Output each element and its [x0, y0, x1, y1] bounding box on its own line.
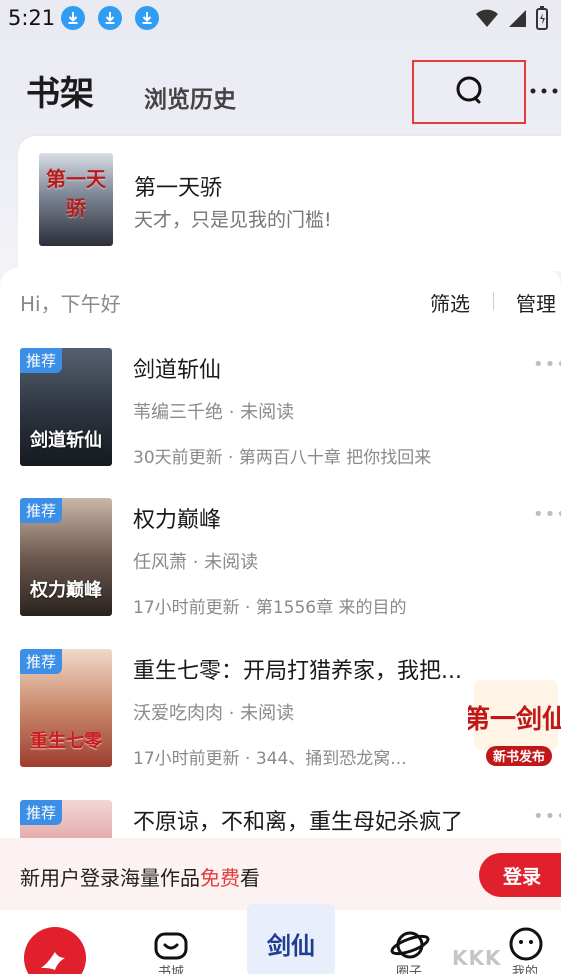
book-update-info: 17小时前更新 · 第1556章 来的目的 [133, 598, 407, 618]
nav-label: 书城 [157, 965, 184, 974]
login-button[interactable]: 登录 [479, 853, 561, 897]
cover-title: 重生七零 [30, 731, 102, 752]
nav-item-promo[interactable]: 剑仙 [240, 904, 340, 974]
recommend-badge: 推荐 [20, 800, 63, 825]
wifi-icon [475, 8, 499, 32]
book-more-icon[interactable]: ••• [533, 504, 561, 525]
recent-book-subtitle: 天才，只是见我的门槛! [134, 209, 332, 231]
status-bar: 5:21 [0, 0, 561, 40]
download-icon [135, 6, 159, 30]
book-list-item[interactable]: 推荐 不原谅，不和离，重生母妃杀疯了 ••• [0, 800, 561, 840]
promo-tag: 新书发布 [493, 749, 545, 765]
nav-item-circle[interactable]: 圈子 [364, 910, 454, 974]
recent-read-card[interactable]: 第一天骄 第一天骄 天才，只是见我的门槛! [18, 136, 561, 271]
nav-item-bookstore[interactable]: 书城 [126, 910, 216, 974]
status-time: 5:21 [8, 6, 56, 30]
floating-promo[interactable]: 第一剑仙 新书发布 [464, 676, 561, 768]
book-cover: 推荐 权力巅峰 [20, 498, 112, 616]
profile-icon [508, 926, 544, 966]
recommend-badge: 推荐 [20, 649, 63, 674]
book-cover: 推荐 [20, 800, 112, 840]
book-title: 重生七零：开局打猎养家，我把... [133, 659, 462, 684]
tab-browse-history[interactable]: 浏览历史 [144, 80, 236, 114]
book-title: 剑道斩仙 [133, 358, 222, 383]
more-options-button[interactable] [527, 74, 561, 104]
promo-banner-icon: 剑仙 [243, 896, 339, 974]
cover-title: 权力巅峰 [30, 580, 102, 601]
search-button[interactable] [412, 60, 526, 124]
book-cover: 第一天骄 [39, 153, 113, 246]
cover-title: 剑道斩仙 [30, 430, 102, 451]
book-author-status: 任风萧 · 未阅读 [133, 552, 259, 573]
manage-button[interactable]: 管理 [516, 288, 556, 317]
book-list-item[interactable]: 推荐 权力巅峰 权力巅峰 任风萧 · 未阅读 17小时前更新 · 第1556章 … [0, 498, 561, 638]
app-header: 书架 浏览历史 [0, 60, 561, 130]
nav-label: 圈子 [395, 965, 422, 974]
watermark: KKK [452, 946, 502, 970]
filter-button[interactable]: 筛选 [430, 288, 470, 317]
book-author-status: 沃爱吃肉肉 · 未阅读 [133, 703, 295, 724]
divider [493, 292, 494, 310]
nav-item-home[interactable] [10, 910, 100, 974]
bookshelf-panel: Hi，下午好 筛选 管理 推荐 剑道斩仙 剑道斩仙 苇编三千绝 · 未阅读 30… [0, 268, 561, 908]
cover-title: 第一天骄 [46, 167, 106, 220]
battery-icon [535, 6, 549, 34]
book-list-item[interactable]: 推荐 剑道斩仙 剑道斩仙 苇编三千绝 · 未阅读 30天前更新 · 第两百八十章… [0, 348, 561, 488]
deer-logo-icon [23, 926, 87, 974]
search-icon [453, 74, 485, 110]
book-title: 权力巅峰 [133, 508, 222, 533]
promo-title: 第一剑仙 [468, 704, 561, 735]
download-icon [98, 6, 122, 30]
book-cover: 推荐 剑道斩仙 [20, 348, 112, 466]
more-icon [529, 80, 559, 99]
bookstore-icon [154, 928, 188, 964]
tab-bookshelf[interactable]: 书架 [26, 66, 94, 115]
download-icon [61, 6, 85, 30]
svg-text:剑仙: 剑仙 [266, 932, 315, 960]
greeting-text: Hi，下午好 [20, 292, 121, 316]
recommend-badge: 推荐 [20, 498, 63, 523]
book-more-icon[interactable]: ••• [533, 354, 561, 375]
book-update-info: 30天前更新 · 第两百八十章 把你找回来 [133, 448, 432, 468]
login-prompt: 新用户登录海量作品免费看 [20, 866, 260, 890]
signal-icon [507, 8, 527, 32]
book-author-status: 苇编三千绝 · 未阅读 [133, 402, 295, 423]
status-right-icons [475, 6, 549, 34]
book-cover: 推荐 重生七零 [20, 649, 112, 767]
book-more-icon[interactable]: ••• [533, 806, 561, 827]
recent-book-title: 第一天骄 [134, 176, 223, 201]
book-title: 不原谅，不和离，重生母妃杀疯了 [133, 810, 464, 835]
recommend-badge: 推荐 [20, 348, 63, 373]
